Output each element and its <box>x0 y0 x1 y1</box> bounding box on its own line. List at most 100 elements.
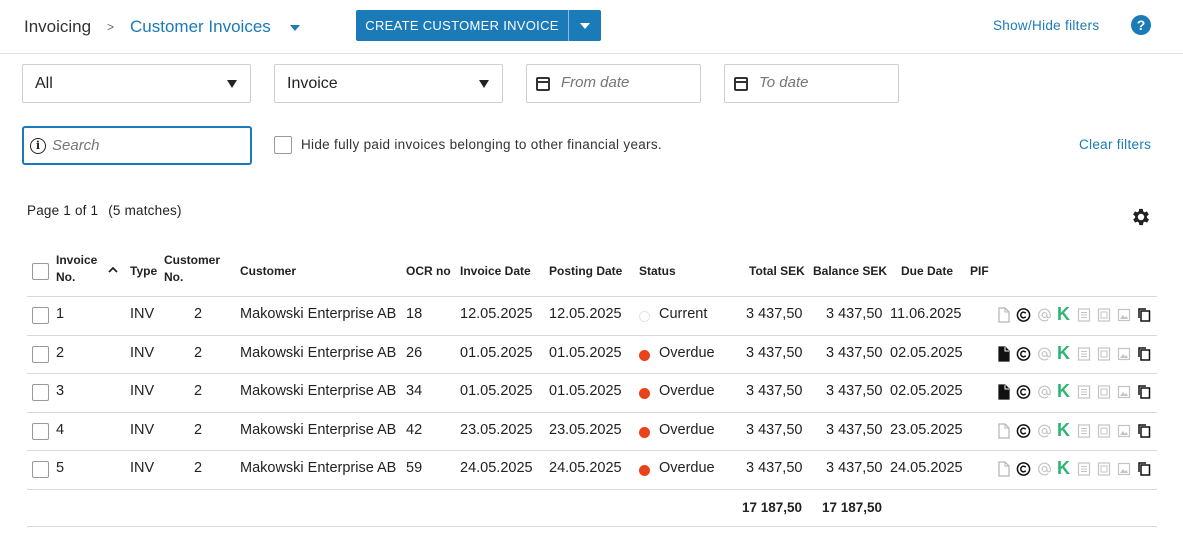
calendar-icon[interactable] <box>536 77 550 91</box>
document-icon[interactable] <box>997 461 1011 477</box>
customer-no-cell: 2 <box>194 383 203 399</box>
due-date-cell: 23.05.2025 <box>890 421 963 438</box>
table-row[interactable]: 2 INV 2 Makowski Enterprise AB 26 01.05.2025 0… <box>27 336 1157 374</box>
caret-down-icon <box>479 80 489 88</box>
create-customer-invoice-button[interactable]: CREATE CUSTOMER INVOICE <box>356 10 568 41</box>
scope-select[interactable]: All <box>22 64 251 103</box>
sort-ascending-icon[interactable] <box>108 265 118 275</box>
column-ocr-no[interactable]: OCR no <box>406 260 451 282</box>
ocr-no-cell: 42 <box>406 421 423 438</box>
kivra-icon[interactable]: K <box>1057 304 1070 325</box>
create-invoice-dropdown-icon[interactable] <box>569 10 601 41</box>
email-icon[interactable] <box>1037 423 1052 439</box>
receipt-icon[interactable] <box>1097 384 1111 400</box>
row-checkbox[interactable] <box>32 384 49 401</box>
table-row[interactable]: 5 INV 2 Makowski Enterprise AB 59 24.05.2025 2… <box>27 451 1157 490</box>
image-icon[interactable] <box>1117 384 1131 400</box>
document-icon[interactable] <box>997 307 1011 323</box>
invoice-date-cell: 23.05.2025 <box>460 421 533 438</box>
chevron-down-icon[interactable] <box>290 25 300 31</box>
receipt-icon[interactable] <box>1097 307 1111 323</box>
select-all-checkbox[interactable] <box>32 263 49 280</box>
copy-icon[interactable] <box>1137 384 1151 400</box>
copyright-icon[interactable] <box>1016 307 1031 323</box>
kivra-icon[interactable]: K <box>1057 458 1070 479</box>
row-actions: K <box>997 304 1157 327</box>
image-icon[interactable] <box>1117 346 1131 362</box>
table-row[interactable]: 1 INV 2 Makowski Enterprise AB 18 12.05.2025 1… <box>27 297 1157 336</box>
copyright-icon[interactable] <box>1016 461 1031 477</box>
column-customer-no[interactable]: Customer No. <box>164 252 220 286</box>
column-pif[interactable]: PIF <box>970 260 989 282</box>
from-date-input[interactable] <box>561 74 691 91</box>
help-icon[interactable]: ? <box>1131 15 1151 35</box>
row-checkbox[interactable] <box>32 307 49 324</box>
gear-icon[interactable] <box>1130 206 1152 228</box>
show-hide-filters-link[interactable]: Show/Hide filters <box>993 18 1099 33</box>
column-posting-date[interactable]: Posting Date <box>549 260 622 282</box>
hide-paid-label[interactable]: Hide fully paid invoices belonging to ot… <box>301 137 662 152</box>
column-due-date[interactable]: Due Date <box>901 260 953 282</box>
from-date-field[interactable] <box>526 64 701 103</box>
kivra-icon[interactable]: K <box>1057 343 1070 364</box>
column-balance-sek[interactable]: Balance SEK <box>813 260 887 282</box>
copy-icon[interactable] <box>1137 346 1151 362</box>
copyright-icon[interactable] <box>1016 346 1031 362</box>
type-cell: INV <box>130 306 155 322</box>
list-icon[interactable] <box>1077 423 1091 439</box>
hide-paid-checkbox[interactable] <box>274 136 292 154</box>
email-icon[interactable] <box>1037 346 1052 362</box>
table-row[interactable]: 3 INV 2 Makowski Enterprise AB 34 01.05.2025 0… <box>27 374 1157 413</box>
image-icon[interactable] <box>1117 461 1131 477</box>
copyright-icon[interactable] <box>1016 384 1031 400</box>
type-cell: INV <box>130 421 155 438</box>
copy-icon[interactable] <box>1137 423 1151 439</box>
row-checkbox[interactable] <box>32 422 49 440</box>
receipt-icon[interactable] <box>1097 461 1111 477</box>
kivra-icon[interactable]: K <box>1057 420 1070 441</box>
list-icon[interactable] <box>1077 346 1091 362</box>
document-icon[interactable] <box>997 384 1011 400</box>
calendar-icon[interactable] <box>734 77 748 91</box>
posting-date-cell: 23.05.2025 <box>549 421 622 438</box>
list-icon[interactable] <box>1077 384 1091 400</box>
column-total-sek[interactable]: Total SEK <box>749 260 805 282</box>
to-date-input[interactable] <box>759 74 889 91</box>
clear-filters-link[interactable]: Clear filters <box>1079 137 1151 152</box>
list-icon[interactable] <box>1077 461 1091 477</box>
row-checkbox[interactable] <box>32 345 49 363</box>
copy-icon[interactable] <box>1137 461 1151 477</box>
image-icon[interactable] <box>1117 307 1131 323</box>
email-icon[interactable] <box>1037 307 1052 323</box>
column-invoice-date[interactable]: Invoice Date <box>460 260 531 282</box>
email-icon[interactable] <box>1037 384 1052 400</box>
total-sek-cell: 3 437,50 <box>746 306 803 322</box>
search-field[interactable]: i <box>22 126 252 165</box>
due-date-cell: 02.05.2025 <box>890 344 963 361</box>
column-customer-no-line1: Customer <box>164 253 221 267</box>
breadcrumb-customer-invoices[interactable]: Customer Invoices <box>130 17 271 37</box>
list-icon[interactable] <box>1077 307 1091 323</box>
total-sek-sum: 17 187,50 <box>742 500 803 515</box>
column-status[interactable]: Status <box>639 260 676 282</box>
email-icon[interactable] <box>1037 461 1052 477</box>
row-checkbox[interactable] <box>32 461 49 478</box>
document-icon[interactable] <box>997 345 1011 362</box>
pagination-info: Page 1 of 1 (5 matches) <box>27 203 182 218</box>
kivra-icon[interactable]: K <box>1057 381 1070 402</box>
receipt-icon[interactable] <box>1097 423 1111 439</box>
copyright-icon[interactable] <box>1016 423 1031 439</box>
search-input[interactable] <box>52 137 242 154</box>
column-customer[interactable]: Customer <box>240 260 296 282</box>
column-type[interactable]: Type <box>130 260 157 282</box>
receipt-icon[interactable] <box>1097 346 1111 362</box>
breadcrumb-invoicing[interactable]: Invoicing <box>24 17 91 37</box>
copy-icon[interactable] <box>1137 307 1151 323</box>
status-cell: Current <box>659 306 708 322</box>
image-icon[interactable] <box>1117 423 1131 439</box>
document-icon[interactable] <box>997 422 1011 439</box>
table-row[interactable]: 4 INV 2 Makowski Enterprise AB 42 23.05.2025 2… <box>27 413 1157 451</box>
to-date-field[interactable] <box>724 64 899 103</box>
document-type-select[interactable]: Invoice <box>274 64 503 103</box>
column-invoice-no[interactable]: Invoice No. <box>56 252 97 286</box>
